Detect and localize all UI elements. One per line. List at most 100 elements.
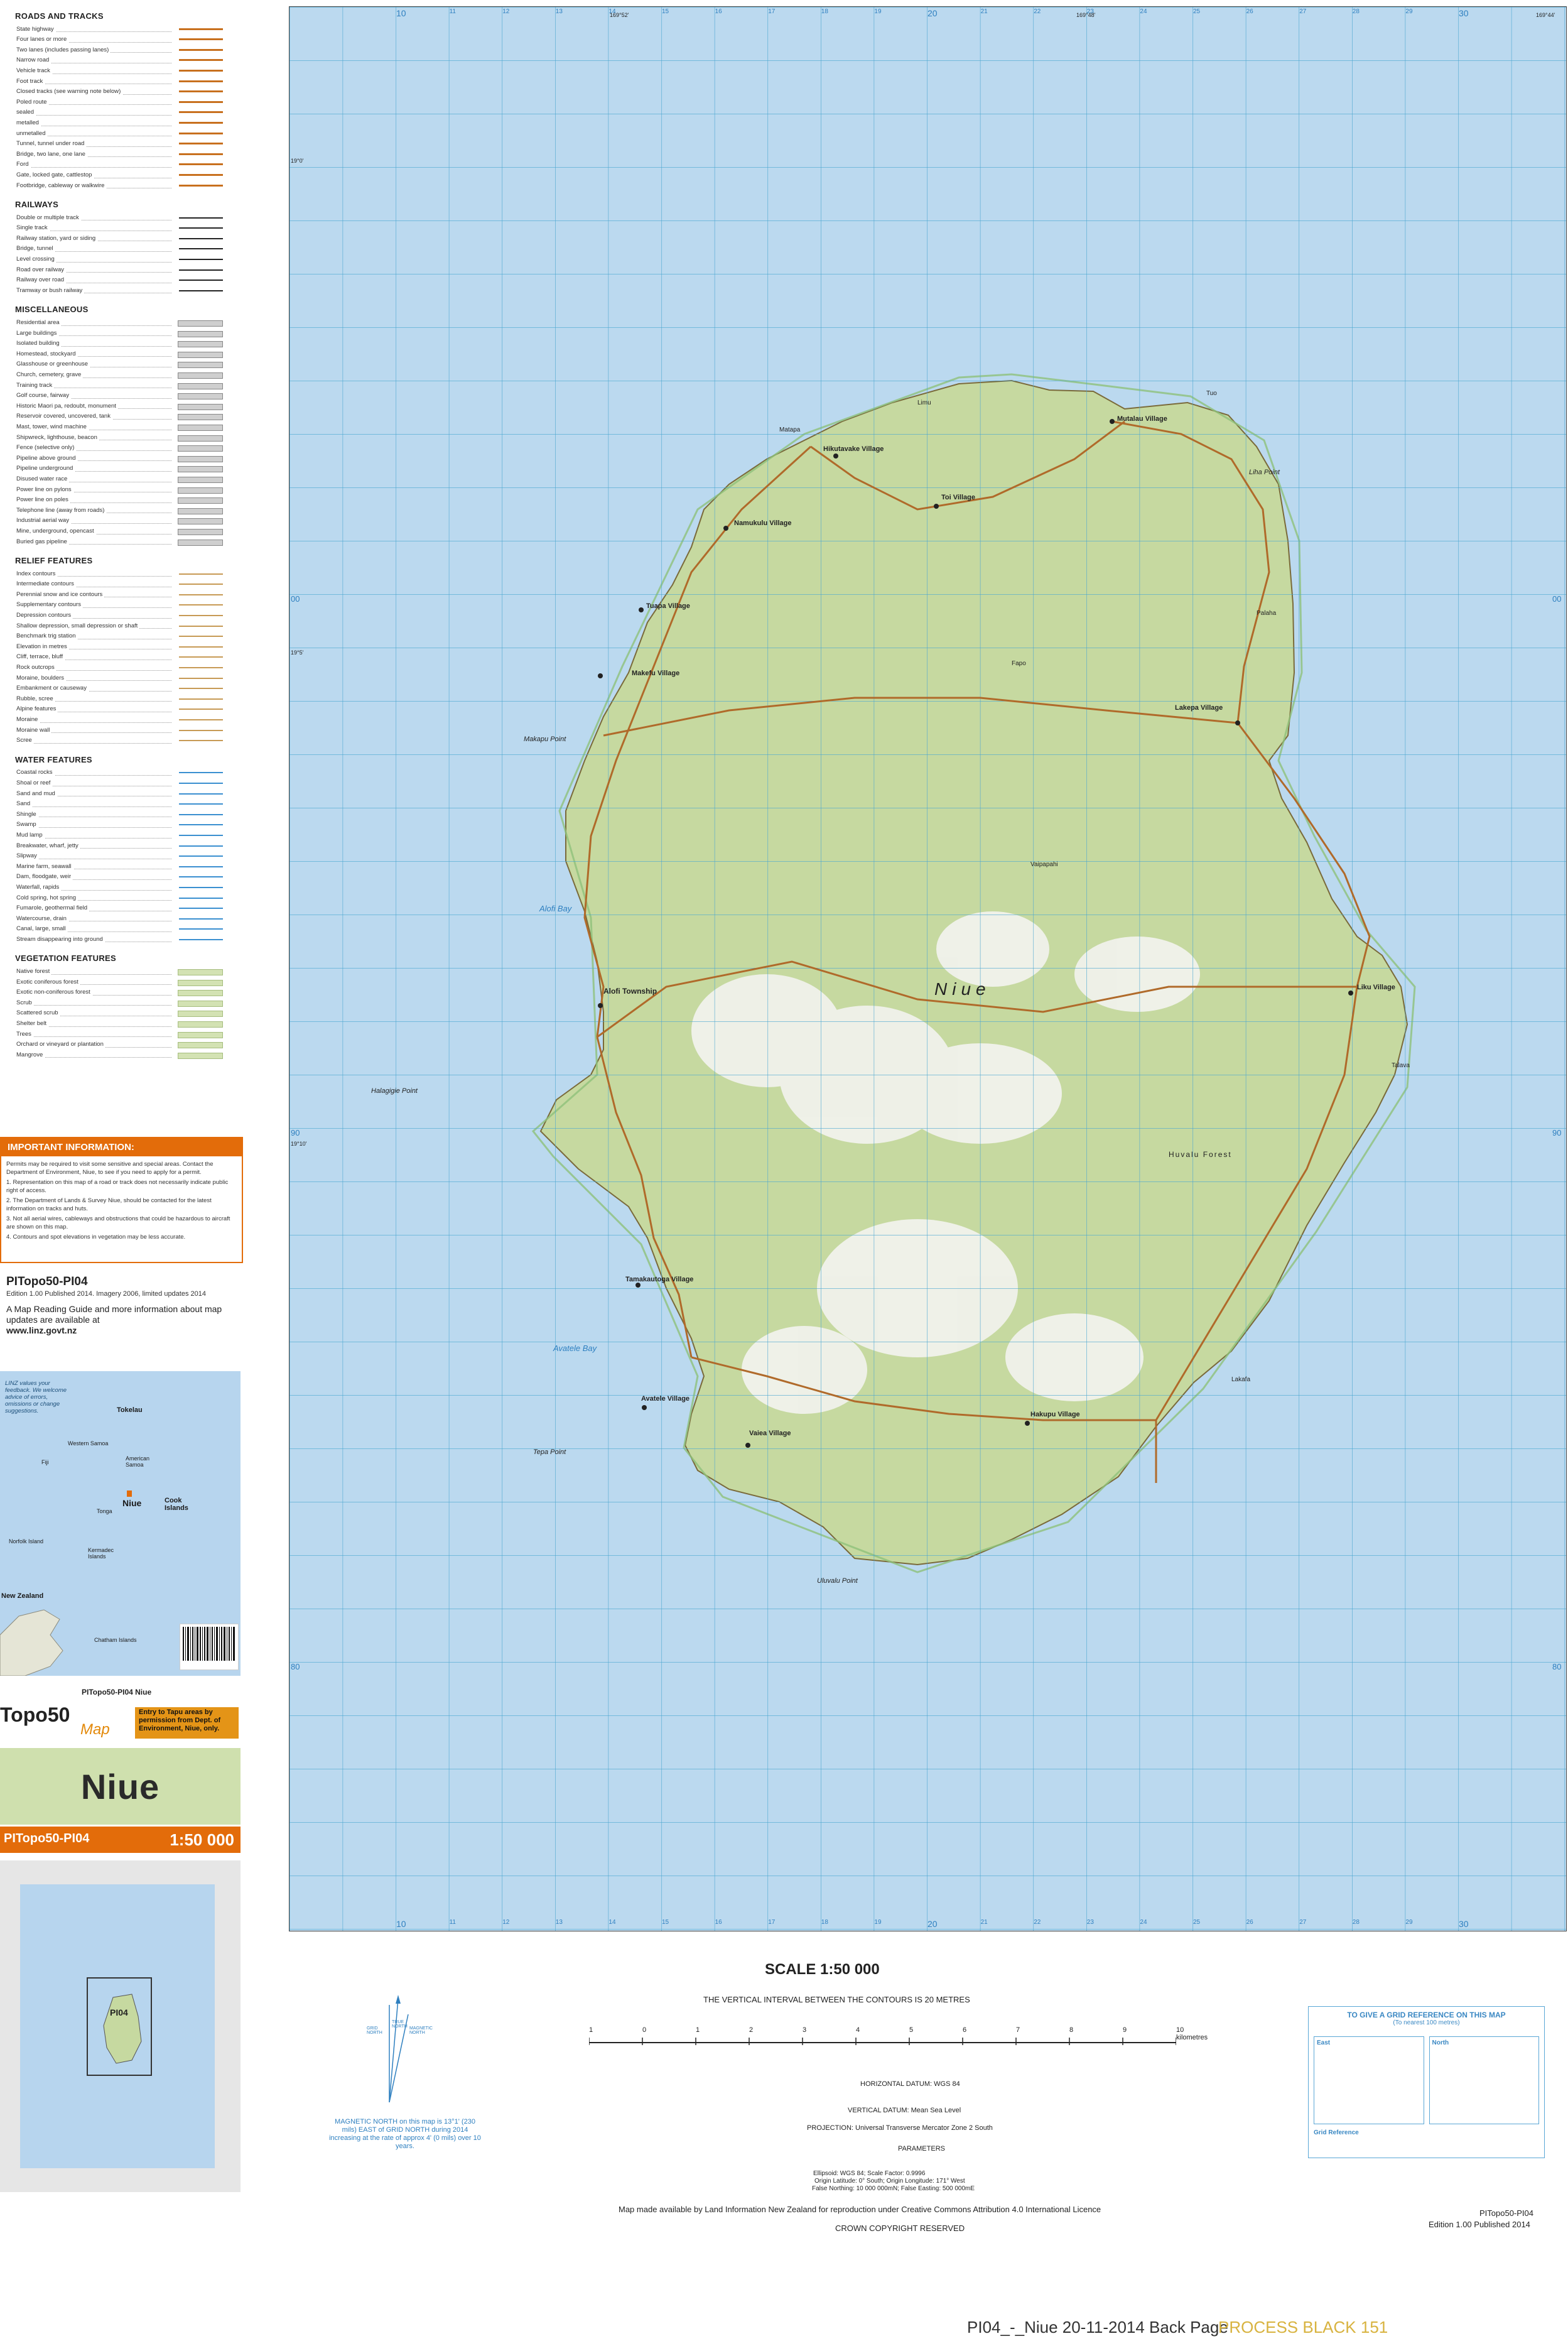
locator-label: PI04 (110, 2007, 128, 2017)
village-toi[interactable]: Toi Village (941, 494, 975, 501)
scale-tick-label: 10 kilometres (1176, 2026, 1208, 2041)
grid-easting-label: 30 (1459, 8, 1469, 18)
label-western-samoa: Western Samoa (68, 1440, 109, 1447)
legend-item: Alpine features (11, 704, 228, 715)
grid-easting-label: 10 (396, 1919, 406, 1929)
topo50-logo: Topo50 (0, 1703, 70, 1726)
scale-bar: 1 0 1 2 3 4 5 6 7 8 9 10 kilometres (588, 2026, 1208, 2051)
village-lakepa[interactable]: Lakepa Village (1175, 704, 1223, 712)
north-arrow-icon (389, 1995, 409, 2103)
legend-item: Benchmark trig station (11, 631, 228, 642)
legend-item: Tramway or bush railway (11, 286, 228, 296)
topo50-map-word: Map (80, 1721, 110, 1738)
grid-easting-label: 29 (1405, 1919, 1413, 1926)
legend-item: sealed (11, 107, 228, 118)
legend-item: Cliff, terrace, bluff (11, 652, 228, 663)
lat-label-3: 19°10' (291, 1141, 307, 1147)
label-chatham: Chatham Islands (94, 1637, 137, 1643)
legend-item: Canal, large, small (11, 924, 228, 935)
village-makefu[interactable]: Makefu Village (632, 670, 679, 677)
legend-heading-vegetation: VEGETATION FEATURES (15, 953, 116, 964)
village-hakupu[interactable]: Hakupu Village (1030, 1411, 1080, 1418)
legend-item: Exotic coniferous forest (11, 977, 228, 988)
important-line: Permits may be required to visit some se… (6, 1161, 214, 1176)
legend-item: Watercourse, drain (11, 914, 228, 925)
legend-item: Mangrove (11, 1050, 228, 1061)
village-mutalau[interactable]: Mutalau Village (1117, 415, 1167, 423)
legend-item: Scree (11, 736, 228, 746)
island-name: Niue (934, 979, 991, 999)
map-canvas[interactable] (289, 7, 1566, 1931)
legend-item: Shingle (11, 810, 228, 820)
legend-item: Power line on poles (11, 495, 228, 506)
grid-easting-label: 13 (555, 1919, 563, 1926)
village-liku[interactable]: Liku Village (1357, 984, 1395, 991)
topographic-map[interactable]: Mutalau Village Hikutavake Village Toi V… (289, 6, 1567, 1931)
place-palaha: Palaha (1257, 610, 1277, 617)
website-link[interactable]: www.linz.govt.nz (6, 1325, 239, 1335)
grid-labels-bottom: 10 11 12 13 14 15 16 17 18 19 20 21 22 23 24 25 26 27 28 29… (289, 1918, 1566, 1930)
barcode (180, 1624, 239, 1670)
legend-item: Embankment or causeway (11, 683, 228, 694)
legend-item: Bridge, tunnel (11, 244, 228, 254)
grid-easting-label: 15 (662, 1919, 669, 1926)
legend-item: Shelter belt (11, 1019, 228, 1029)
scale-tick-label: 1 (696, 2026, 700, 2034)
important-information-box: IMPORTANT INFORMATION: Permits may be re… (0, 1137, 243, 1263)
legend-item: Double or multiple track (11, 213, 228, 224)
grid-northing-label: 90 (291, 1128, 300, 1137)
locator-sheet-box (87, 1977, 152, 2076)
legend-item: Large buildings (11, 328, 228, 339)
legend-item: Trees (11, 1029, 228, 1040)
grid-easting-label: 19 (874, 1919, 882, 1926)
place-huvalu-forest: Huvalu Forest (1169, 1150, 1232, 1159)
edition-text: Edition 1.00 Published 2014 (1429, 2220, 1530, 2229)
map-sheet-title: Niue (80, 1767, 160, 1806)
village-namukulu[interactable]: Namukulu Village (734, 519, 792, 527)
grid-easting-label: 20 (927, 8, 938, 18)
edition-code: PITopo50-PI04 (1479, 2208, 1534, 2218)
gridref-north-title: North (1432, 2039, 1449, 2046)
scale-tick-label: 5 (909, 2026, 914, 2034)
legend-item: Waterfall, rapids (11, 882, 228, 893)
legend-item: Power line on pylons (11, 485, 228, 496)
origin-text: Origin Latitude: 0° South; Origin Longit… (814, 2178, 965, 2185)
lat-label-1: 19°0' (291, 158, 304, 164)
legend-item: Rubble, scree (11, 694, 228, 705)
grid-north-label: GRID NORTH (367, 2026, 382, 2035)
grid-northing-label: 00 (291, 594, 300, 604)
scale-tick-label: 9 (1123, 2026, 1127, 2034)
legend-item: Fumarole, geothermal field (11, 903, 228, 914)
grid-easting-label: 16 (715, 1919, 722, 1926)
grid-easting-label: 13 (555, 8, 563, 15)
place-vaipapahi: Vaipapahi (1030, 861, 1058, 868)
legend-item: Church, cemetery, grave (11, 370, 228, 381)
legend-item: Mud lamp (11, 830, 228, 841)
north-arrows: GRID NORTH TRUE NORTH MAGNETIC NORTH (364, 1992, 440, 2112)
legend-section-vegetation: VEGETATION FEATURES Native forest Exotic c… (11, 953, 228, 1060)
village-tuapa[interactable]: Tuapa Village (646, 602, 690, 610)
place-lakafa: Lakafa (1231, 1376, 1251, 1383)
town-alofi[interactable]: Alofi Township (603, 987, 657, 996)
legend-item: Historic Maori pa, redoubt, monument (11, 401, 228, 412)
grid-easting-label: 28 (1352, 8, 1360, 15)
grid-easting-label: 15 (662, 8, 669, 15)
village-avatele[interactable]: Avatele Village (641, 1395, 689, 1403)
sheet-code: PITopo50-PI04 (4, 1832, 90, 1845)
village-vaiea[interactable]: Vaiea Village (749, 1430, 791, 1437)
scale-tick-label: 1 (589, 2026, 593, 2034)
sheet-small-label: PITopo50-PI04 Niue (82, 1688, 152, 1697)
village-tamakautoga[interactable]: Tamakautoga Village (625, 1276, 693, 1283)
village-hikutavake[interactable]: Hikutavake Village (823, 445, 884, 453)
label-american-samoa: American Samoa (126, 1455, 150, 1468)
legend-item: Level crossing (11, 254, 228, 265)
legend-item: Rock outcrops (11, 663, 228, 673)
grid-easting-label: 26 (1246, 1919, 1253, 1926)
legend-item: Native forest (11, 967, 228, 977)
lon-label-3: 169°44' (1536, 12, 1555, 18)
scale-tick-label: 6 (963, 2026, 967, 2034)
legend-item: Mast, tower, wind machine (11, 422, 228, 433)
legend-item: Tunnel, tunnel under road (11, 139, 228, 149)
place-talava: Talava (1392, 1062, 1410, 1069)
place-makapu-point: Makapu Point (524, 736, 566, 743)
